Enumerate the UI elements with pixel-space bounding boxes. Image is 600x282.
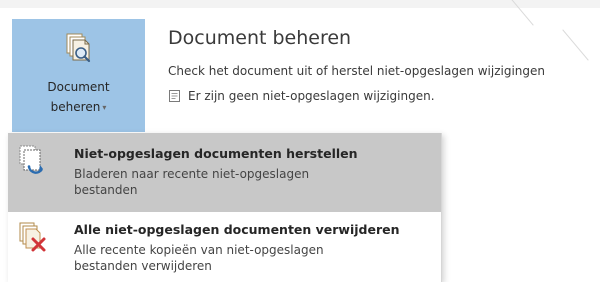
chevron-down-icon: ▾	[102, 102, 107, 112]
status-line: Er zijn geen niet-opgeslagen wijzigingen…	[168, 89, 435, 103]
menu-item-desc-line2: bestanden verwijderen	[74, 259, 212, 273]
status-text: Er zijn geen niet-opgeslagen wijzigingen…	[188, 89, 435, 103]
menu-item-description: Alle recente kopieën van niet-opgeslagen…	[74, 242, 394, 274]
recover-document-icon	[18, 144, 48, 176]
menu-item-desc-line2: bestanden	[74, 183, 138, 197]
manage-label-line2: beheren ▾	[12, 97, 145, 118]
section-title: Document beheren	[168, 27, 352, 49]
decorative-line	[562, 29, 589, 61]
manage-document-dropdown: Niet-opgeslagen documenten herstellen Bl…	[8, 133, 442, 282]
manage-document-label: Document beheren ▾	[12, 77, 145, 118]
manage-document-button[interactable]: Document beheren ▾	[12, 19, 145, 132]
top-strip	[0, 0, 600, 8]
manage-label-line2-text: beheren	[50, 100, 101, 114]
manage-label-line1: Document	[47, 80, 110, 94]
menu-item-description: Bladeren naar recente niet-opgeslagen be…	[74, 166, 394, 198]
menu-item-desc-line1: Alle recente kopieën van niet-opgeslagen	[74, 243, 324, 257]
menu-item-title: Alle niet-opgeslagen documenten verwijde…	[74, 222, 400, 237]
menu-item-delete-unsaved[interactable]: Alle niet-opgeslagen documenten verwijde…	[8, 212, 441, 282]
menu-item-desc-line1: Bladeren naar recente niet-opgeslagen	[74, 167, 310, 181]
manage-document-icon	[65, 33, 93, 65]
delete-documents-icon	[18, 221, 48, 253]
document-icon	[168, 89, 181, 103]
menu-item-recover-unsaved[interactable]: Niet-opgeslagen documenten herstellen Bl…	[8, 133, 441, 212]
menu-item-title: Niet-opgeslagen documenten herstellen	[74, 146, 358, 161]
section-description: Check het document uit of herstel niet-o…	[168, 64, 546, 78]
